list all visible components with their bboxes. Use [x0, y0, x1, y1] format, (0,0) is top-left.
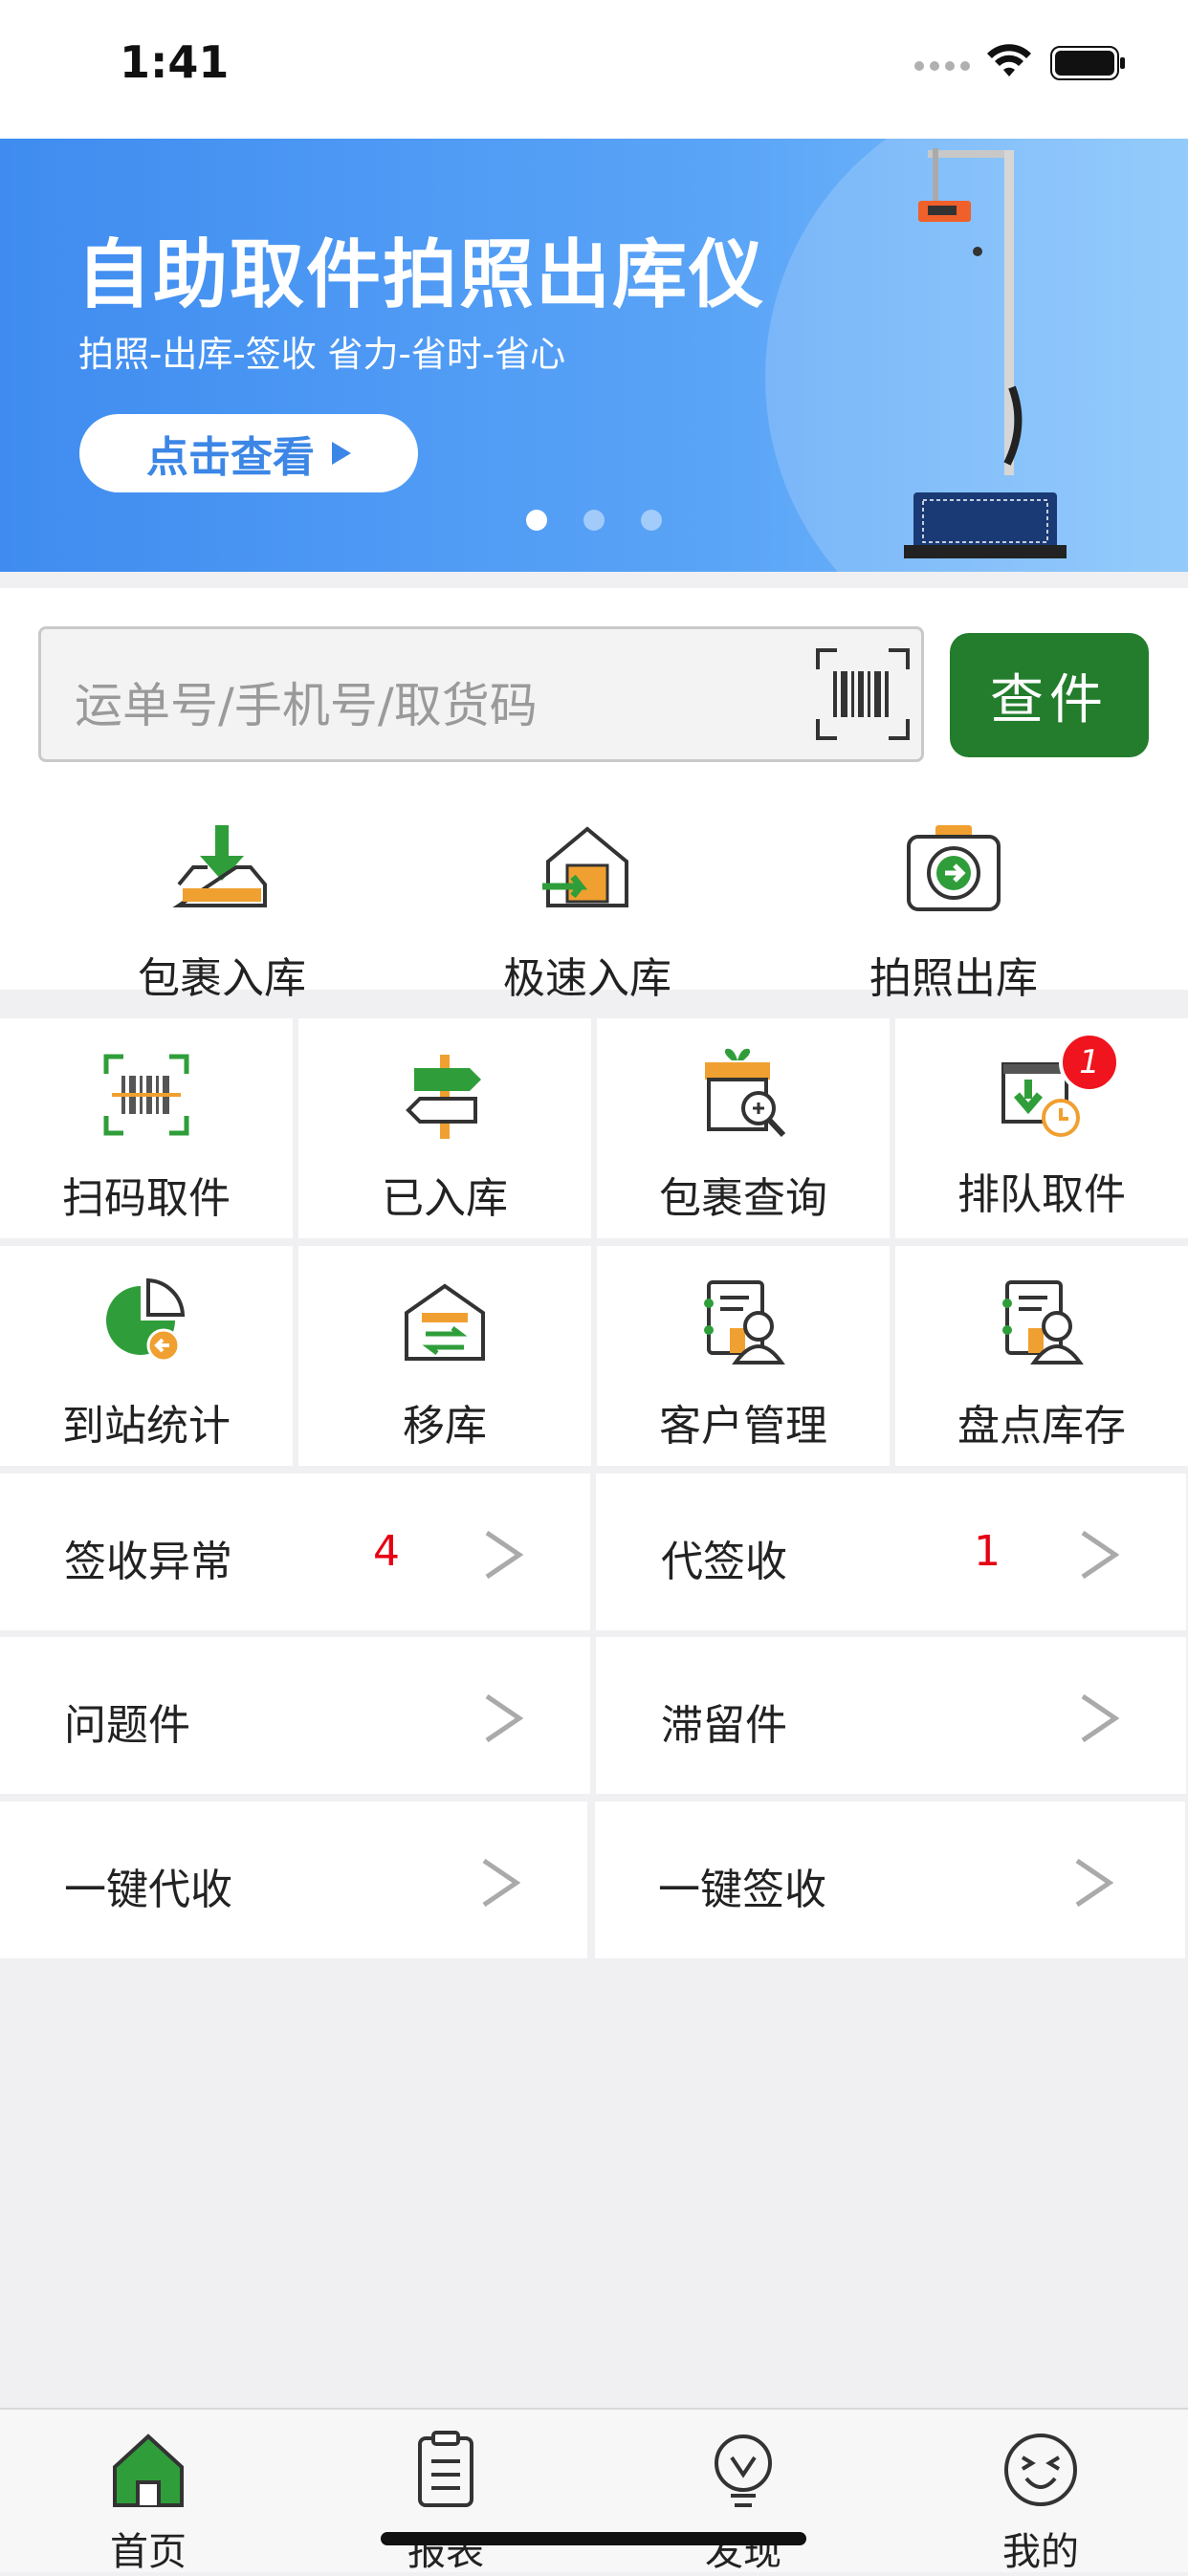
banner-view-label: 点击查看	[146, 433, 315, 482]
play-arrow-icon	[332, 442, 351, 465]
barcode-scan-icon[interactable]	[816, 648, 910, 740]
smiley-icon	[1004, 2434, 1077, 2506]
list-item-label: 滞留件	[661, 1701, 787, 1750]
list-item-one-click-collect[interactable]: 一键代收	[0, 1801, 587, 1958]
inbox-download-icon	[172, 825, 267, 907]
status-time: 1:41	[120, 36, 230, 88]
tab-home[interactable]: 首页	[53, 2429, 244, 2576]
pie-chart-icon	[106, 1277, 186, 1363]
tab-reports[interactable]: 报表	[350, 2429, 541, 2576]
list-item-proxy-sign[interactable]: 代签收 1	[596, 1474, 1186, 1630]
lightbulb-icon	[715, 2434, 772, 2507]
grid-item-arrival-stats[interactable]: 到站统计	[0, 1246, 293, 1466]
list-item-count: 4	[373, 1527, 400, 1576]
wifi-icon	[987, 44, 1031, 76]
tab-discover[interactable]: 发现	[648, 2429, 839, 2576]
grid-item-stored[interactable]: 已入库	[298, 1018, 591, 1238]
tab-label: 发现	[705, 2530, 781, 2574]
grid-item-label: 盘点库存	[957, 1402, 1126, 1451]
quick-action-label: 包裹入库	[138, 954, 306, 1003]
warehouse-transfer-icon	[405, 1283, 485, 1361]
list-item-sign-exception[interactable]: 签收异常 4	[0, 1474, 590, 1630]
grid-item-label: 客户管理	[659, 1402, 827, 1451]
grid-item-label: 移库	[403, 1402, 487, 1451]
list-item-label: 签收异常	[64, 1538, 232, 1586]
list-item-stranded-package[interactable]: 滞留件	[596, 1637, 1186, 1794]
signal-dots-icon	[914, 61, 970, 71]
grid-item-package-search[interactable]: 包裹查询	[597, 1018, 890, 1238]
signpost-icon	[406, 1055, 481, 1139]
chevron-right-icon	[485, 1530, 523, 1580]
carousel-dot[interactable]	[641, 510, 662, 531]
package-search-icon	[705, 1048, 786, 1138]
list-item-label: 一键代收	[64, 1866, 232, 1914]
grid-item-scan-pickup[interactable]: 扫码取件	[0, 1018, 293, 1238]
clipboard-icon	[418, 2431, 473, 2507]
quick-action-label: 拍照出库	[869, 954, 1038, 1003]
carousel-dot[interactable]	[583, 510, 605, 531]
carousel-dot[interactable]	[526, 510, 547, 531]
search-input[interactable]: 运单号/手机号/取货码	[38, 626, 924, 762]
list-item-label: 一键签收	[658, 1866, 826, 1914]
tab-label: 报表	[407, 2530, 484, 2574]
grid-item-label: 到站统计	[62, 1402, 231, 1451]
battery-icon	[1050, 46, 1125, 80]
banner-view-button[interactable]: 点击查看	[79, 414, 418, 492]
home-icon	[113, 2434, 184, 2507]
banner-subtitle: 拍照-出库-签收 省力-省时-省心	[78, 334, 566, 375]
customer-icon	[704, 1280, 785, 1364]
search-section: 运单号/手机号/取货码 查件 包裹入库 极速入库 拍照出库	[0, 588, 1188, 1003]
queue-count-badge: 1	[1059, 1032, 1120, 1093]
chevron-right-icon	[482, 1858, 520, 1908]
barcode-scan-icon	[103, 1054, 189, 1136]
tab-label: 我的	[1002, 2530, 1079, 2574]
grid-item-inventory[interactable]: 盘点库存	[895, 1246, 1188, 1466]
list-item-label: 代签收	[661, 1538, 787, 1586]
tab-profile[interactable]: 我的	[945, 2429, 1136, 2576]
grid-item-label: 包裹查询	[659, 1174, 827, 1223]
list-item-one-click-sign[interactable]: 一键签收	[595, 1801, 1185, 1958]
carousel-indicator	[526, 510, 662, 531]
grid-item-label: 排队取件	[957, 1170, 1126, 1219]
quick-action-label: 极速入库	[503, 954, 671, 1003]
queue-pickup-icon-wrap: 1	[994, 1032, 1120, 1143]
photo-device-image	[904, 148, 1067, 558]
search-button[interactable]: 查件	[950, 633, 1149, 757]
search-placeholder[interactable]: 运单号/手机号/取货码	[75, 667, 538, 736]
list-item-label: 问题件	[64, 1701, 190, 1750]
banner-title: 自助取件拍照出库仪	[77, 232, 766, 318]
tab-label: 首页	[110, 2530, 187, 2574]
home-indicator	[381, 2532, 806, 2545]
list-item-problem-package[interactable]: 问题件	[0, 1637, 590, 1794]
grid-item-transfer[interactable]: 移库	[298, 1246, 591, 1466]
grid-item-label: 扫码取件	[62, 1174, 231, 1223]
grid-item-customer-management[interactable]: 客户管理	[597, 1246, 890, 1466]
grid-item-label: 已入库	[382, 1174, 508, 1223]
list-item-count: 1	[974, 1527, 1001, 1576]
status-bar: 1:41	[0, 0, 1188, 139]
promo-banner[interactable]: 自助取件拍照出库仪 拍照-出库-签收 省力-省时-省心 点击查看	[0, 139, 1188, 572]
chevron-right-icon	[1081, 1693, 1119, 1743]
quick-action-photo-out[interactable]: 拍照出库	[810, 818, 1097, 1005]
chevron-right-icon	[485, 1693, 523, 1743]
quick-action-package-in[interactable]: 包裹入库	[78, 818, 365, 1005]
camera-out-icon	[907, 825, 1001, 911]
chevron-right-icon	[1081, 1530, 1119, 1580]
fast-warehouse-icon	[542, 826, 628, 907]
grid-item-queue-pickup[interactable]: 1 排队取件	[895, 1018, 1188, 1238]
quick-action-fast-in[interactable]: 极速入库	[444, 818, 731, 1005]
chevron-right-icon	[1075, 1858, 1113, 1908]
bottom-tab-bar: 首页 报表 发现 我的	[0, 2408, 1188, 2574]
inventory-icon	[1002, 1280, 1084, 1364]
